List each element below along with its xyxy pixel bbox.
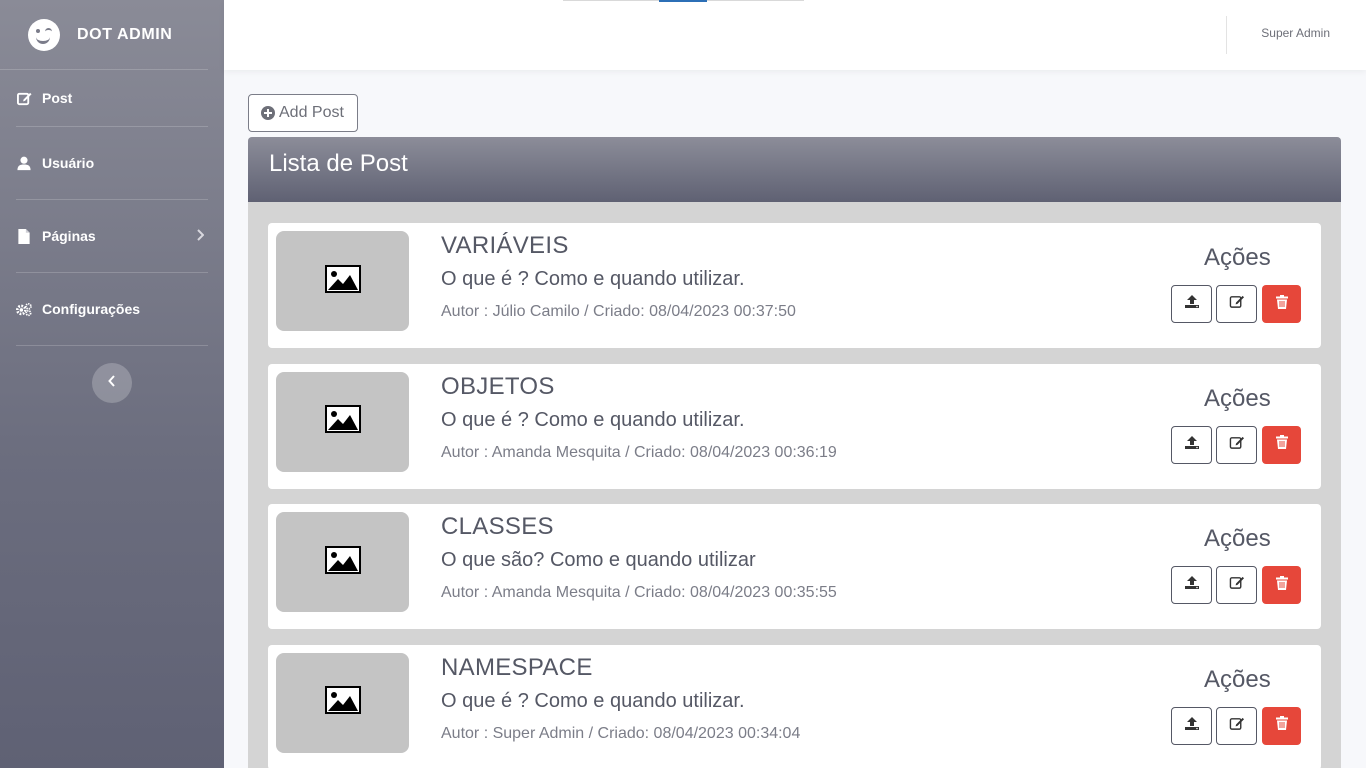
post-thumbnail	[276, 371, 409, 472]
edit-button[interactable]	[1216, 425, 1257, 464]
post-meta: Autor : Super Admin / Criado: 08/04/2023…	[441, 724, 801, 742]
sidebar-item-label: Configurações	[42, 301, 141, 317]
post-meta: Autor : Amanda Mesquita / Criado: 08/04/…	[441, 443, 837, 461]
post-title: VARIÁVEIS	[441, 232, 569, 259]
post-list: VARIÁVEIS O que é ? Como e quando utiliz…	[248, 202, 1341, 768]
topbar-divider	[1226, 16, 1227, 54]
sidebar-item-configuracoes[interactable]: Configurações	[16, 273, 208, 346]
edit-button[interactable]	[1216, 706, 1257, 745]
post-description: O que é ? Como e quando utilizar.	[441, 268, 745, 290]
publish-button[interactable]	[1171, 285, 1212, 323]
trash-icon	[1275, 294, 1288, 314]
chevron-right-icon	[196, 228, 205, 244]
sidebar: DOT ADMIN Post Usuário Páginas Configura…	[0, 0, 224, 768]
upload-icon	[1184, 435, 1200, 455]
edit-icon	[1229, 575, 1245, 595]
image-icon	[324, 545, 361, 579]
edit-button[interactable]	[1216, 285, 1257, 323]
chevron-left-icon	[108, 374, 116, 392]
sidebar-item-paginas[interactable]: Páginas	[16, 200, 208, 273]
card-title: Lista de Post	[269, 150, 408, 177]
upload-icon	[1184, 575, 1200, 595]
delete-button[interactable]	[1262, 425, 1301, 464]
sidebar-item-label: Usuário	[42, 155, 95, 171]
list-item: CLASSES O que são? Como e quando utiliza…	[268, 504, 1321, 629]
list-item: VARIÁVEIS O que é ? Como e quando utiliz…	[268, 223, 1321, 348]
post-description: O que são? Como e quando utilizar	[441, 549, 756, 571]
sidebar-item-label: Páginas	[42, 228, 96, 244]
top-progress-indicator	[659, 0, 707, 2]
edit-button[interactable]	[1216, 566, 1257, 604]
upload-icon	[1184, 294, 1200, 314]
brand[interactable]: DOT ADMIN	[0, 0, 208, 70]
post-thumbnail	[276, 652, 409, 753]
delete-button[interactable]	[1262, 285, 1301, 323]
post-meta: Autor : Júlio Camilo / Criado: 08/04/202…	[441, 303, 796, 320]
post-title: CLASSES	[441, 513, 554, 540]
image-icon	[324, 405, 361, 438]
edit-icon	[1229, 435, 1245, 455]
edit-icon	[1229, 716, 1245, 736]
edit-icon	[1229, 294, 1245, 314]
post-description: O que é ? Como e quando utilizar.	[441, 689, 745, 712]
sidebar-item-label: Post	[42, 90, 73, 106]
user-menu[interactable]: Super Admin	[1261, 26, 1330, 40]
post-thumbnail	[276, 512, 409, 612]
user-icon	[16, 155, 32, 171]
publish-button[interactable]	[1171, 706, 1212, 745]
post-thumbnail	[276, 231, 409, 331]
sidebar-collapse-button[interactable]	[92, 363, 132, 403]
post-meta: Autor : Amanda Mesquita / Criado: 08/04/…	[441, 584, 837, 601]
trash-icon	[1275, 435, 1288, 454]
trash-icon	[1275, 716, 1288, 735]
wink-face-icon	[28, 18, 60, 51]
sidebar-item-post[interactable]: Post	[16, 70, 208, 127]
topbar: Super Admin	[224, 0, 1366, 70]
actions-label: Ações	[1204, 525, 1271, 552]
publish-button[interactable]	[1171, 566, 1212, 604]
post-list-card: Lista de Post VARIÁVEIS O que é ? Como e…	[248, 137, 1341, 768]
edit-icon	[16, 90, 32, 106]
sidebar-nav: Post Usuário Páginas Configurações	[16, 70, 208, 346]
actions-label: Ações	[1204, 384, 1271, 412]
post-description: O que é ? Como e quando utilizar.	[441, 408, 745, 431]
list-item: NAMESPACE O que é ? Como e quando utiliz…	[268, 644, 1321, 768]
list-item: OBJETOS O que é ? Como e quando utilizar…	[268, 363, 1321, 489]
card-header: Lista de Post	[248, 137, 1341, 202]
post-title: OBJETOS	[441, 372, 555, 400]
sidebar-item-usuario[interactable]: Usuário	[16, 127, 208, 200]
actions-label: Ações	[1204, 665, 1271, 693]
plus-circle-icon	[261, 106, 275, 120]
gears-icon	[16, 301, 32, 317]
image-icon	[324, 686, 361, 719]
actions-label: Ações	[1204, 244, 1271, 271]
add-post-button[interactable]: Add Post	[248, 94, 358, 132]
delete-button[interactable]	[1262, 706, 1301, 745]
brand-name: DOT ADMIN	[77, 25, 173, 43]
post-title: NAMESPACE	[441, 653, 593, 681]
file-icon	[16, 228, 32, 244]
add-post-label: Add Post	[279, 104, 344, 121]
trash-icon	[1275, 575, 1288, 595]
upload-icon	[1184, 716, 1200, 736]
publish-button[interactable]	[1171, 425, 1212, 464]
delete-button[interactable]	[1262, 566, 1301, 604]
image-icon	[324, 264, 361, 298]
